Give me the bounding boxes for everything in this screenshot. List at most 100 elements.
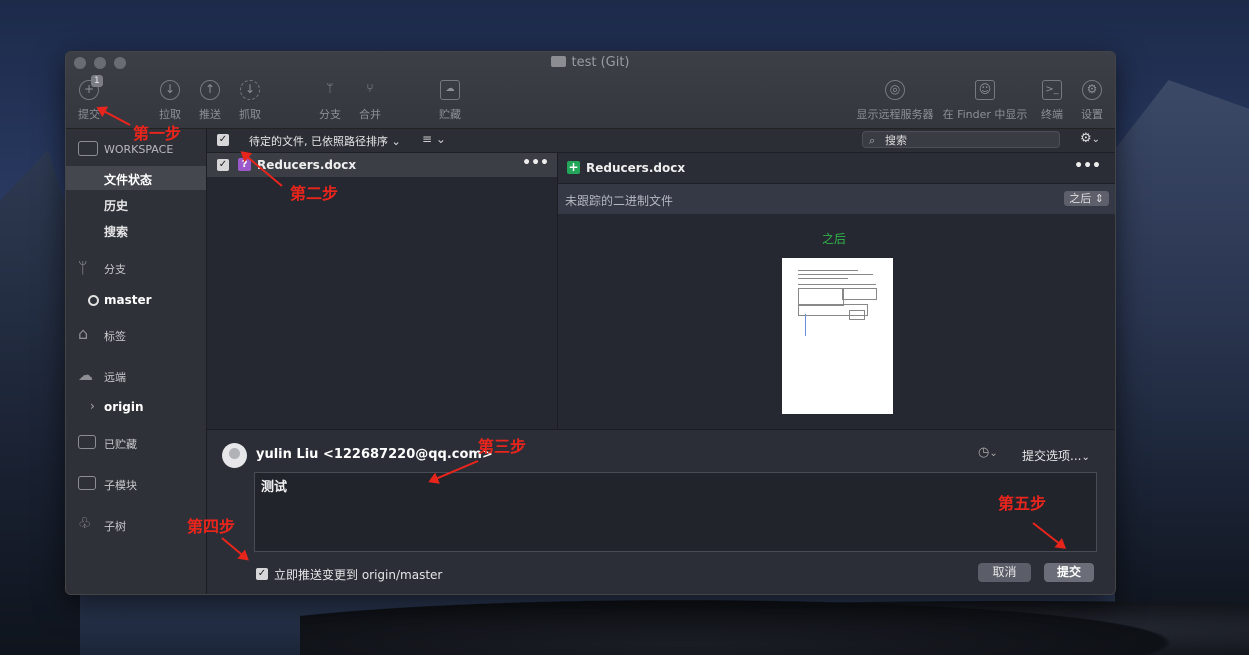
terminal-icon: >_	[1042, 80, 1062, 100]
thumb-line	[798, 284, 876, 285]
commit-panel: yulin Liu <122687220@qq.com> ◷⌄ 提交选项...⌄…	[207, 429, 1115, 594]
chevron-down-icon: ⌄	[1081, 452, 1090, 463]
sidebar-item-label: origin	[104, 400, 144, 414]
sidebar-section-label: 远端	[104, 371, 126, 384]
sidebar-item-label: 历史	[104, 199, 129, 213]
tag-icon: ⌂	[78, 324, 89, 343]
annotation-step1: 第一步	[133, 124, 182, 143]
settings-toolbar-label: 设置	[1081, 108, 1103, 121]
fetch-toolbar-label: 抓取	[239, 108, 261, 121]
chevron-down-icon: ⌄	[989, 448, 998, 459]
preview-header: + Reducers.docx •••	[558, 153, 1115, 184]
preview-subheader: 未跟踪的二进制文件 之后 ⇕	[558, 184, 1115, 214]
avatar	[222, 443, 247, 468]
sidebar-item-label: 搜索	[104, 225, 129, 239]
commit-button[interactable]: 提交	[1044, 563, 1094, 582]
annotation-step5: 第五步	[998, 494, 1047, 513]
after-label: 之后	[822, 232, 847, 246]
window-title-bar: test (Git)	[66, 55, 1115, 70]
current-branch-icon	[88, 295, 99, 306]
thumb-box	[842, 288, 877, 300]
search-placeholder: 搜索	[885, 134, 907, 147]
folder-icon	[551, 56, 567, 67]
push-toolbar-button[interactable]: ↑ 推送	[198, 80, 222, 122]
commit-toolbar-button[interactable]: +1 提交	[78, 75, 103, 122]
commit-options-dropdown[interactable]: 提交选项...⌄	[1022, 447, 1090, 464]
sidebar-section-label: 标签	[104, 330, 126, 343]
push-immediately-checkbox[interactable]: ✓	[256, 568, 268, 580]
sidebar-section-label: 已贮藏	[104, 438, 137, 451]
sidebar-section-submodules[interactable]: 子模块	[66, 473, 206, 495]
history-dropdown[interactable]: ◷⌄	[978, 445, 998, 460]
sidebar-section-stashes[interactable]: 已贮藏	[66, 432, 206, 454]
sidebar-item-search[interactable]: 搜索	[66, 219, 206, 241]
show-remote-toolbar-button[interactable]: ◎ 显示远程服务器	[854, 80, 936, 122]
show-in-finder-toolbar-label: 在 Finder 中显示	[942, 108, 1028, 121]
sidebar-section-remotes[interactable]: ☁ 远端	[66, 365, 206, 387]
commit-count-badge: 1	[91, 75, 103, 87]
preview-subtitle: 未跟踪的二进制文件	[565, 194, 674, 208]
cloud-icon: ☁	[78, 366, 93, 384]
chevron-down-icon: ⌄	[391, 135, 401, 148]
finder-icon: ☺	[975, 80, 995, 100]
settings-toolbar-button[interactable]: ⚙ 设置	[1080, 80, 1104, 122]
submodule-icon	[78, 476, 96, 490]
file-checkbox[interactable]: ✓	[217, 159, 229, 171]
sidebar-section-subtrees[interactable]: ♧ 子树	[66, 514, 206, 536]
sidebar-section-label: 子模块	[104, 479, 137, 492]
sidebar-item-origin[interactable]: › origin	[66, 396, 206, 418]
stash-toolbar-button[interactable]: ☁ 贮藏	[438, 80, 462, 122]
desktop-mountain-right	[1115, 80, 1249, 655]
sidebar-section-branches[interactable]: ᛘ 分支	[66, 257, 206, 279]
file-name: Reducers.docx	[257, 158, 357, 172]
sidebar-section-label: 分支	[104, 263, 126, 276]
more-options-icon[interactable]: •••	[522, 155, 549, 171]
view-mode-dropdown[interactable]: ≡ ⌄	[422, 132, 446, 146]
search-input[interactable]: ⌕ 搜索	[862, 131, 1060, 148]
after-select[interactable]: 之后 ⇕	[1064, 191, 1109, 206]
fetch-icon: ↓	[240, 80, 260, 100]
push-icon: ↑	[200, 80, 220, 100]
merge-icon: ⑂	[366, 81, 374, 95]
pull-toolbar-button[interactable]: ↓ 拉取	[158, 80, 182, 122]
gear-icon: ⚙	[1082, 80, 1102, 100]
fetch-toolbar-button[interactable]: ↓ 抓取	[238, 80, 262, 122]
push-toolbar-label: 推送	[199, 108, 221, 121]
thumb-line	[805, 314, 806, 336]
commit-author: yulin Liu <122687220@qq.com>	[256, 447, 493, 462]
branch-toolbar-label: 分支	[319, 108, 341, 121]
toolbar: test (Git) +1 提交 ↓ 拉取 ↑ 推送 ↓ 抓取 ᛘ 分支 ⑂ 合…	[66, 52, 1115, 129]
sidebar-item-file-status[interactable]: 文件状态	[66, 166, 206, 190]
commit-message-field[interactable]: 测试	[254, 472, 1097, 552]
commit-options-label: 提交选项...	[1022, 449, 1082, 463]
chevron-down-icon: ⌄	[435, 132, 446, 146]
stash-toolbar-label: 贮藏	[439, 108, 461, 121]
more-options-icon[interactable]: •••	[1074, 158, 1101, 174]
show-in-finder-toolbar-button[interactable]: ☺ 在 Finder 中显示	[942, 80, 1028, 122]
desktop-rocks	[300, 593, 1249, 655]
terminal-toolbar-label: 终端	[1041, 108, 1063, 121]
sidebar-workspace-label: WORKSPACE	[104, 143, 174, 156]
thumb-line	[798, 274, 873, 275]
options-gear-dropdown[interactable]: ⚙⌄	[1080, 131, 1100, 146]
annotation-step2: 第二步	[290, 184, 339, 203]
sidebar-item-history[interactable]: 历史	[66, 193, 206, 215]
sidebar-section-tags[interactable]: ⌂ 标签	[66, 324, 206, 346]
select-all-checkbox[interactable]: ✓	[217, 134, 229, 146]
commit-icon: +1	[79, 75, 103, 100]
cancel-button[interactable]: 取消	[978, 563, 1031, 582]
added-icon: +	[567, 160, 580, 174]
merge-toolbar-button[interactable]: ⑂ 合并	[358, 80, 382, 122]
push-immediately-label[interactable]: 立即推送变更到 origin/master	[274, 566, 442, 583]
stash-icon	[78, 435, 96, 449]
sidebar-item-label: master	[104, 293, 152, 307]
sort-dropdown[interactable]: 待定的文件, 已依照路径排序 ⌄	[249, 133, 401, 149]
preview-filename: Reducers.docx	[586, 161, 686, 175]
branch-toolbar-button[interactable]: ᛘ 分支	[318, 80, 342, 122]
sidebar-item-master[interactable]: master	[66, 289, 206, 311]
diff-preview: + Reducers.docx ••• 未跟踪的二进制文件 之后 ⇕ 之后	[558, 153, 1115, 429]
branch-icon: ᛘ	[326, 81, 334, 95]
terminal-toolbar-button[interactable]: >_ 终端	[1040, 80, 1064, 122]
thumb-box	[849, 310, 865, 320]
sidebar-item-label: 文件状态	[104, 173, 153, 187]
